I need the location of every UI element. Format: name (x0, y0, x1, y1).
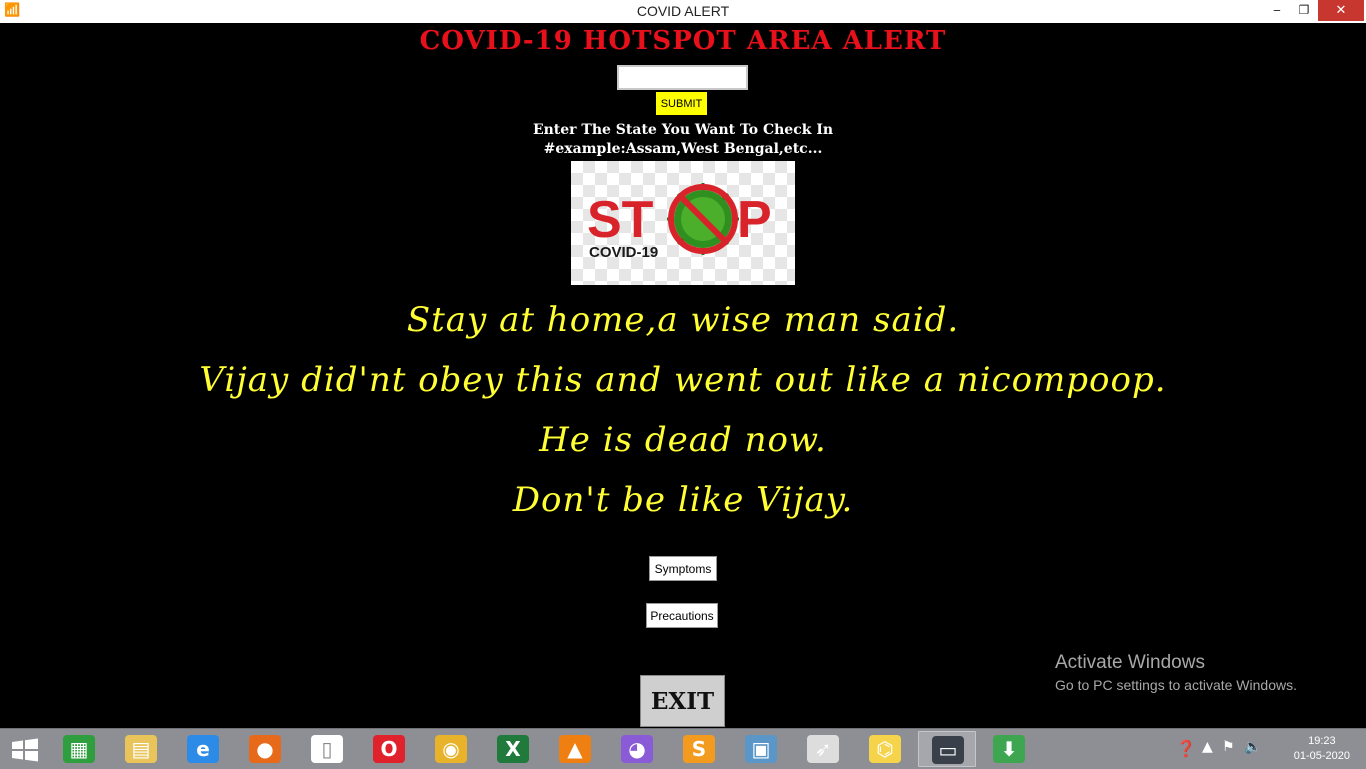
internet-explorer-icon: e (187, 735, 219, 763)
taskbar-item[interactable]: ▲ (546, 731, 604, 767)
precautions-button[interactable]: Precautions (646, 603, 718, 628)
clock-date: 01-05-2020 (1293, 750, 1350, 762)
excel-icon: X (497, 735, 529, 763)
volume-icon[interactable]: 🔈 (1244, 739, 1261, 755)
restore-button[interactable]: ❐ (1290, 0, 1318, 21)
state-input[interactable] (617, 65, 748, 90)
vlc-icon: ▲ (559, 735, 591, 763)
stop-covid-image: ST P COVID-19 (571, 161, 795, 285)
blank-document-icon: ▯ (311, 735, 343, 763)
window-title: COVID ALERT (636, 3, 730, 19)
clock[interactable]: 19:23 01-05-2020 (1294, 734, 1350, 764)
instruction-line-1: Enter The State You Want To Check In (532, 122, 834, 138)
quote-line-2: Vijay did'nt obey this and went out like… (199, 360, 1167, 400)
taskbar-item[interactable]: ▣ (732, 731, 790, 767)
watermark-line-1: Activate Windows (1055, 652, 1205, 673)
stop-word-left: ST (587, 191, 654, 249)
taskbar-item[interactable]: ▭ (918, 731, 976, 767)
clock-time: 19:23 (1308, 735, 1336, 747)
taskbar-item[interactable]: ◉ (422, 731, 480, 767)
minimize-button[interactable]: ‒ (1264, 0, 1290, 21)
taskbar-item[interactable]: e (174, 731, 232, 767)
quote-line-4: Don't be like Vijay. (512, 480, 854, 520)
python-icon: ⌬ (869, 735, 901, 763)
rocket-app-icon: ➶ (807, 735, 839, 763)
taskbar-item[interactable]: ▤ (112, 731, 170, 767)
taskbar-item[interactable]: ▦ (50, 731, 108, 767)
taskbar-item[interactable]: ● (236, 731, 294, 767)
opera-icon: O (373, 735, 405, 763)
activate-windows-watermark: Activate Windows Go to PC settings to ac… (1055, 652, 1297, 696)
chrome-icon: ◉ (435, 735, 467, 763)
flag-icon[interactable]: ⚑ (1222, 739, 1235, 755)
instruction-text: Enter The State You Want To Check In #ex… (0, 121, 1366, 159)
symptoms-button[interactable]: Symptoms (649, 556, 717, 581)
submit-button[interactable]: SUBMIT (656, 92, 707, 115)
taskbar-item[interactable]: S (670, 731, 728, 767)
watermark-line-2: Go to PC settings to activate Windows. (1055, 677, 1297, 693)
windows-start-icon[interactable] (6, 735, 44, 765)
close-button[interactable]: ✕ (1318, 0, 1364, 21)
help-icon[interactable]: ❓ (1176, 739, 1196, 758)
taskbar-item[interactable]: ⌬ (856, 731, 914, 767)
sublime-text-icon: S (683, 735, 715, 763)
quote-line-1: Stay at home,a wise man said. (406, 300, 960, 340)
terminal-icon: ▭ (932, 736, 964, 764)
taskbar-item[interactable]: X (484, 731, 542, 767)
virus-icon (667, 183, 739, 255)
stop-subtitle: COVID-19 (589, 244, 658, 261)
taskbar-item[interactable]: ➶ (794, 731, 852, 767)
taskbar-item[interactable]: ⬇ (980, 731, 1038, 767)
page-title: COVID-19 HOTSPOT AREA ALERT (419, 26, 947, 56)
window-title-bar: 📶 COVID ALERT ‒ ❐ ✕ (0, 0, 1366, 23)
taskbar-item[interactable]: O (360, 731, 418, 767)
taskbar-item[interactable]: ▯ (298, 731, 356, 767)
taskbar: ▦ ▤ e ● ▯ O ◉ X ▲ ◕ S ▣ ➶ ⌬ ▭ ⬇ ❓ ▲ ⚑ 🔈 19:23 01-05-202… (0, 728, 1366, 769)
exit-button[interactable]: EXIT (640, 675, 725, 727)
file-explorer-icon: ▤ (125, 735, 157, 763)
taskbar-item[interactable]: ◕ (608, 731, 666, 767)
download-icon: ⬇ (993, 735, 1025, 763)
instruction-line-2: #example:Assam,West Bengal,etc... (543, 141, 823, 157)
store-icon: ▦ (63, 735, 95, 763)
stop-word-right: P (737, 191, 772, 249)
firefox-icon: ● (249, 735, 281, 763)
cat-app-icon: ◕ (621, 735, 653, 763)
chevron-up-icon[interactable]: ▲ (1202, 739, 1213, 755)
quote-line-3: He is dead now. (539, 420, 827, 460)
system-tray: ❓ ▲ ⚑ 🔈 19:23 01-05-2020 (1156, 729, 1366, 769)
photos-icon: ▣ (745, 735, 777, 763)
